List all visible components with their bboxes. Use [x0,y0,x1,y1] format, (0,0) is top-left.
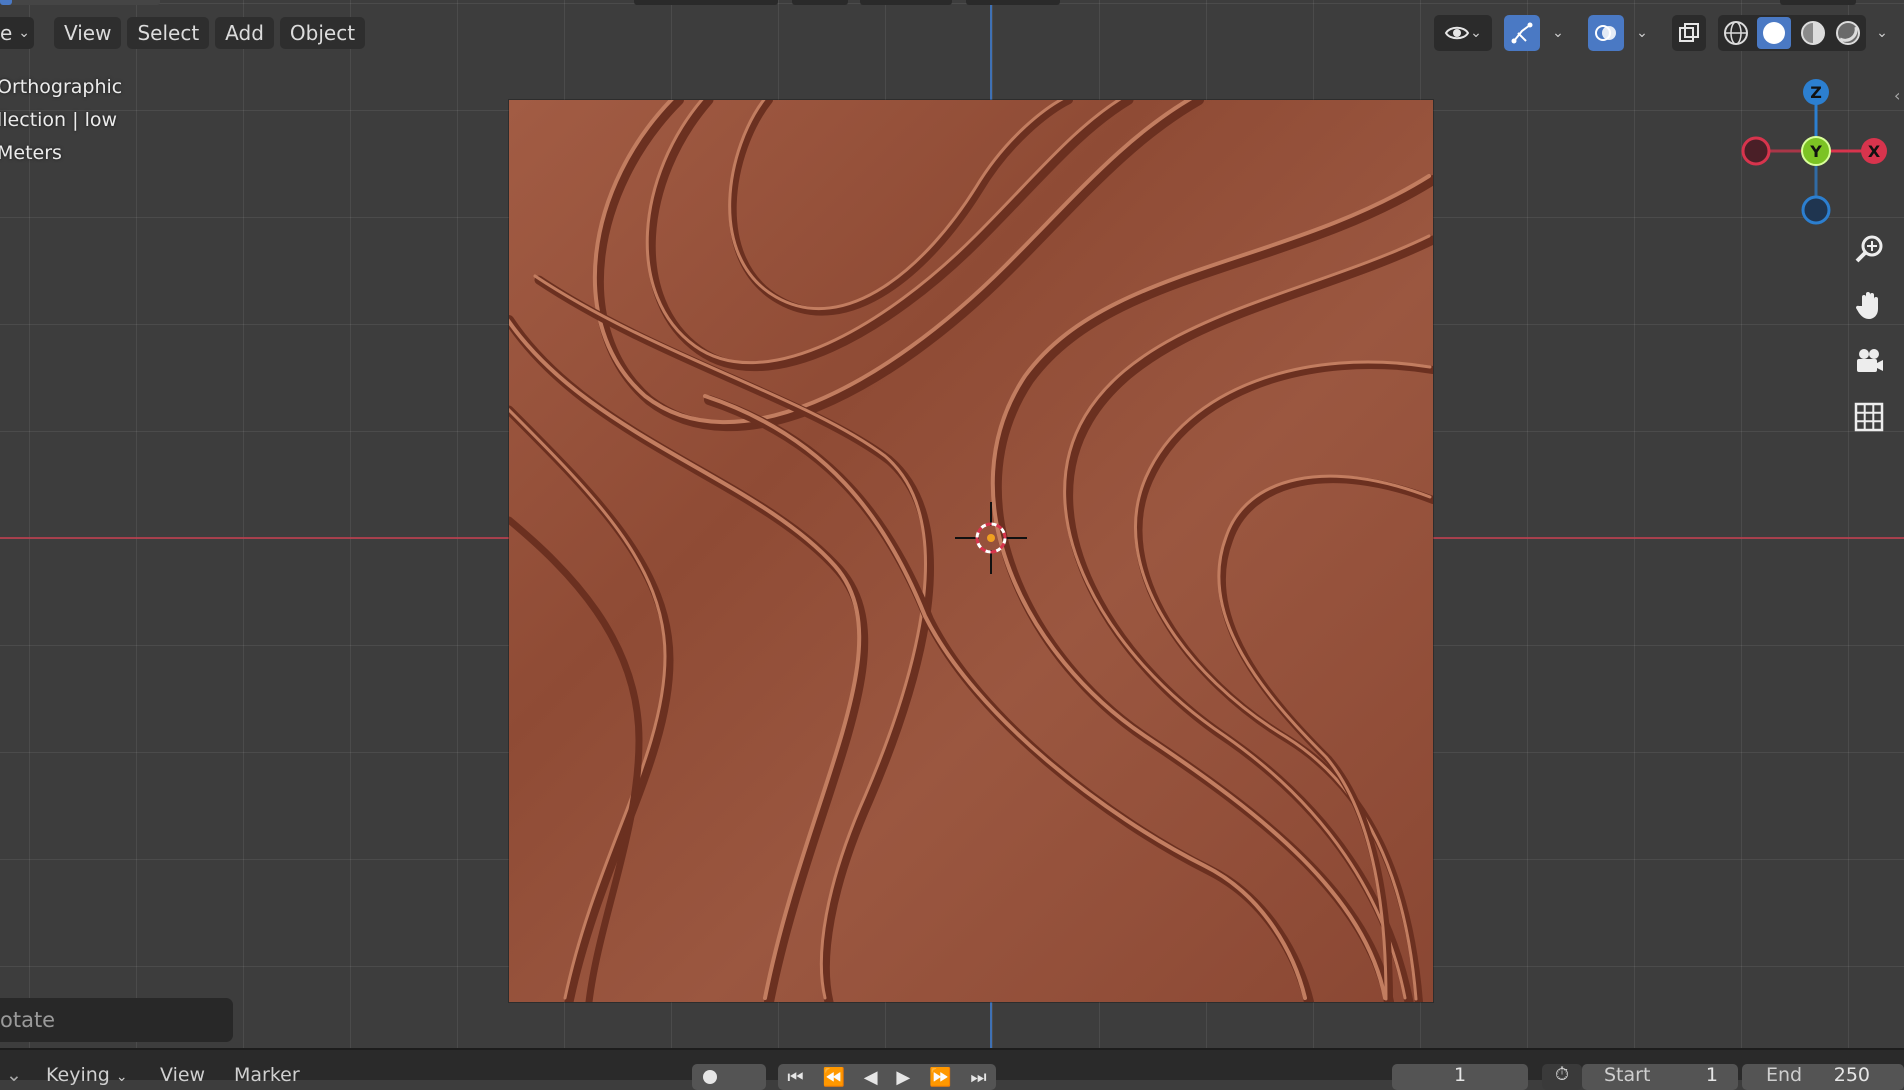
xray-toggle[interactable] [1672,15,1706,51]
start-label: Start [1604,1064,1651,1086]
record-button[interactable] [692,1064,766,1090]
viewport-header: e ⌄ View Select Add Object [0,15,371,51]
overlay-dropdown[interactable]: ⌄ [1626,15,1658,51]
start-frame-field[interactable]: Start 1 [1582,1064,1738,1090]
next-keyframe-icon[interactable]: ⏩ [929,1067,951,1088]
xray-icon [1679,23,1699,42]
projection-toggle-button[interactable] [1848,396,1890,438]
jump-start-icon[interactable]: ⏮ [787,1067,803,1088]
mode-label: e [0,21,13,45]
workspace-tab-strip [0,0,1904,7]
menu-select[interactable]: Select [127,17,210,49]
stopwatch-icon: ⏱ [1554,1064,1570,1085]
gizmo-z-label: Z [1810,83,1822,102]
current-frame-field[interactable]: 1 [1392,1064,1528,1090]
gizmo-x-label: X [1868,142,1881,161]
gizmo-neg-x-axis[interactable] [1741,136,1771,166]
sidebar-toggle-icon[interactable]: ‹ [1894,86,1900,105]
solid-shading-icon [1763,22,1786,44]
eye-icon [1444,26,1470,40]
record-icon [703,1070,717,1084]
operator-label: otate [0,1008,56,1032]
units-label: Meters [0,142,62,164]
current-frame-value: 1 [1453,1064,1467,1086]
rendered-shading-icon[interactable] [1834,19,1862,47]
overlay-toggle[interactable] [1588,15,1624,51]
mode-selector[interactable]: e ⌄ [0,17,34,49]
chevron-down-icon[interactable]: ⌄ [6,1064,22,1086]
chevron-down-icon: ⌄ [1470,25,1482,41]
zoom-button[interactable] [1848,228,1890,270]
3d-viewport[interactable]: Orthographic llection | low Meters [0,0,1904,1048]
end-label: End [1766,1064,1803,1086]
keying-label: Keying [46,1064,110,1086]
last-operator-panel[interactable]: otate [0,998,233,1042]
jump-end-icon[interactable]: ⏭ [970,1067,986,1088]
zoom-icon [1855,235,1883,263]
shading-mode-group [1718,15,1866,51]
preview-range-toggle[interactable]: ⏱ [1542,1064,1582,1090]
solid-shading-button[interactable] [1757,17,1792,49]
overlay-icon [1595,25,1616,41]
gizmo-dropdown[interactable]: ⌄ [1542,15,1574,51]
gizmo-neg-z-axis[interactable] [1801,195,1831,225]
pan-hand-icon [1855,292,1878,319]
shading-dropdown[interactable]: ⌄ [1866,15,1898,51]
end-value: 250 [1833,1064,1870,1086]
play-icon[interactable]: ▶ [896,1067,910,1088]
camera-view-button[interactable] [1848,340,1890,382]
grid-icon [1854,402,1884,432]
gizmo-toggle[interactable] [1504,15,1540,51]
view-type-label: Orthographic [0,76,123,98]
gizmo-icon [1511,22,1533,44]
timeline-view-menu[interactable]: View [160,1064,205,1086]
end-frame-field[interactable]: End 250 [1742,1064,1904,1090]
prev-keyframe-icon[interactable]: ⏪ [822,1067,844,1088]
pan-button[interactable] [1848,284,1890,326]
start-value: 1 [1705,1064,1718,1086]
chevron-down-icon: ⌄ [1552,25,1564,41]
wireframe-shading-icon[interactable] [1722,19,1750,47]
play-reverse-icon[interactable]: ◀ [864,1067,878,1088]
timeline-header: ⌄ Keying ⌄ View Marker ⏮ ⏪ ◀ ▶ ⏩ ⏭ 1 ⏱ S… [0,1048,1904,1090]
gizmo-y-label: Y [1809,142,1822,161]
marker-menu[interactable]: Marker [234,1064,300,1086]
menu-add[interactable]: Add [215,17,274,49]
chevron-down-icon: ⌄ [18,25,30,41]
camera-icon [1857,349,1883,372]
navigation-gizmo[interactable]: Z X Y [1732,72,1892,232]
menu-object[interactable]: Object [279,17,366,49]
playback-controls: ⏮ ⏪ ◀ ▶ ⏩ ⏭ [778,1064,996,1090]
3d-cursor-icon[interactable] [955,502,1027,574]
visibility-dropdown[interactable]: ⌄ [1434,15,1492,51]
menu-view[interactable]: View [54,17,122,49]
material-shading-icon[interactable] [1799,19,1827,47]
chevron-down-icon: ⌄ [1636,25,1648,41]
keying-menu[interactable]: Keying ⌄ [46,1064,128,1086]
chevron-down-icon: ⌄ [1876,25,1888,41]
collection-label: llection | low [0,109,118,131]
